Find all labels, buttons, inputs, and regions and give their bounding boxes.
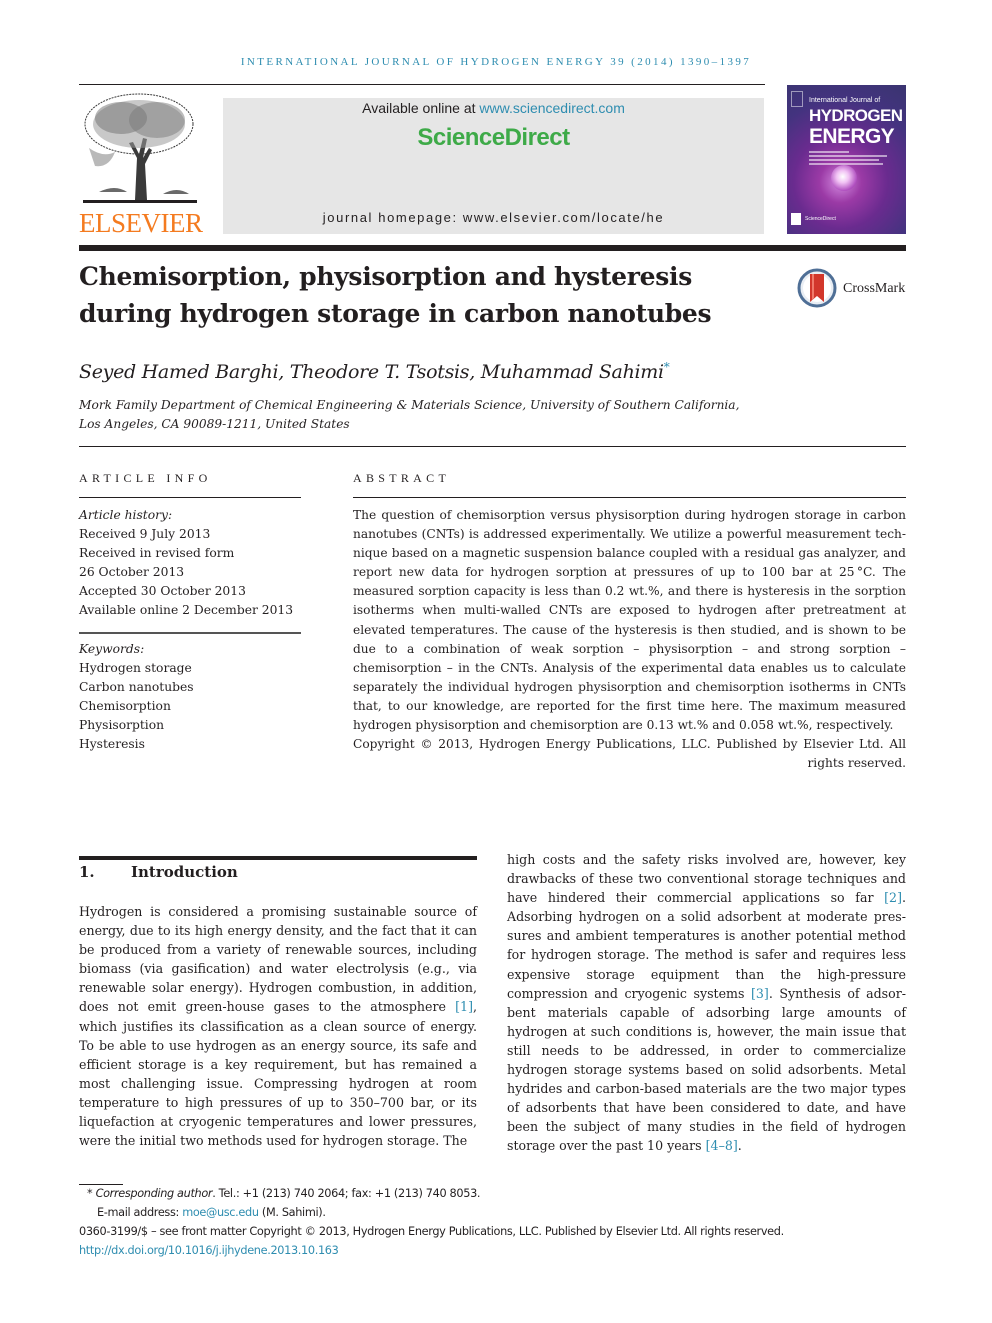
crossmark-button[interactable]: CrossMark	[797, 268, 909, 312]
crossmark-label: CrossMark	[843, 281, 906, 296]
keyword-item: Chemisorption	[79, 699, 171, 713]
paragraph-text: Hydrogen is considered a promising susta…	[79, 904, 477, 1015]
history-item: Available online 2 December 2013	[79, 603, 294, 617]
abstract-text: The question of chemisorption versus phy…	[353, 508, 906, 733]
keyword-item: Hydrogen storage	[79, 661, 192, 675]
corresponding-author-marker[interactable]: *	[664, 360, 670, 374]
keywords: Keywords: Hydrogen storage Carbon nanotu…	[79, 640, 309, 754]
footnote-marker: *	[87, 1187, 93, 1200]
abstract-label: ABSTRACT	[353, 471, 451, 485]
citation-link[interactable]: [4–8]	[706, 1138, 738, 1153]
history-item: 26 October 2013	[79, 565, 185, 579]
sciencedirect-logo: ScienceDirect	[417, 124, 570, 151]
header-rule	[79, 84, 765, 85]
abstract-copyright: Copyright © 2013, Hydrogen Energy Public…	[353, 737, 906, 771]
elsevier-logo: ELSEVIER	[79, 208, 203, 238]
paragraph-text: . Adsorbing hydrogen on a solid adsorben…	[507, 890, 906, 1001]
corresponding-author-label: Corresponding author	[95, 1187, 213, 1200]
keyword-item: Physisorption	[79, 718, 165, 732]
paragraph-text: . Synthesis of adsor­bent materials capa…	[507, 985, 907, 1154]
citation-link[interactable]: [1]	[455, 999, 473, 1014]
article-info-label: ARTICLE INFO	[79, 471, 212, 485]
introduction-left-column: Hydrogen is considered a promising susta…	[79, 902, 477, 1150]
section-rule	[79, 446, 906, 447]
elsevier-tree-icon	[79, 88, 201, 210]
history-item: Received 9 July 2013	[79, 527, 211, 541]
journal-homepage[interactable]: journal homepage: www.elsevier.com/locat…	[223, 210, 764, 225]
introduction-heading: 1. Introduction	[79, 863, 238, 881]
section-number: 1.	[79, 863, 95, 881]
introduction-right-column: high costs and the safety risks involved…	[507, 850, 906, 1156]
cover-title-energy: ENERGY	[809, 125, 895, 148]
contact-details: . Tel.: +1 (213) 740 2064; fax: +1 (213)…	[212, 1187, 481, 1200]
authors: Seyed Hamed Barghi, Theodore T. Tsotsis,…	[79, 361, 664, 383]
elsevier-badge-icon	[791, 91, 803, 107]
email-suffix: (M. Sahimi).	[258, 1206, 326, 1219]
available-online-prefix: Available online at	[362, 100, 480, 116]
keyword-item: Carbon nanotubes	[79, 680, 194, 694]
article-history: Article history: Received 9 July 2013 Re…	[79, 506, 309, 620]
introduction-rule	[79, 856, 477, 860]
corresponding-author-footnote: * Corresponding author. Tel.: +1 (213) 7…	[87, 1184, 481, 1203]
abstract: The question of chemisorption versus phy…	[353, 506, 906, 773]
cover-footer: ScienceDirect	[805, 216, 836, 222]
cover-editors	[809, 151, 889, 167]
affiliation-line-2: Los Angeles, CA 90089-1211, United State…	[79, 417, 350, 431]
keywords-rule	[79, 632, 301, 634]
email-footnote: E-mail address: moe@usc.edu (M. Sahimi).	[97, 1203, 326, 1222]
sciencedirect-link[interactable]: www.sciencedirect.com	[479, 100, 625, 116]
email-prefix: E-mail address:	[97, 1206, 183, 1219]
available-online: Available online at www.sciencedirect.co…	[223, 100, 764, 116]
affiliation-line-1: Mork Family Department of Chemical Engin…	[79, 398, 740, 412]
doi-link[interactable]: http://dx.doi.org/10.1016/j.ijhydene.201…	[79, 1244, 339, 1257]
cover-orb-icon	[831, 165, 857, 191]
running-head: International Journal of Hydrogen Energy…	[240, 56, 752, 68]
doi-footnote: http://dx.doi.org/10.1016/j.ijhydene.201…	[79, 1241, 339, 1260]
citation-link[interactable]: [3]	[751, 986, 769, 1001]
article-title: Chemisorption, physisorption and hystere…	[79, 262, 712, 328]
author-list: Seyed Hamed Barghi, Theodore T. Tsotsis,…	[79, 360, 670, 383]
citation-link[interactable]: [2]	[884, 890, 902, 905]
cover-title-hydrogen: HYDROGEN	[809, 106, 903, 125]
publisher-badge-icon	[791, 213, 801, 225]
paragraph-text: high costs and the safety risks involved…	[507, 852, 906, 906]
section-title: Introduction	[131, 863, 238, 881]
history-item: Received in revised form	[79, 546, 235, 560]
crossmark-icon	[797, 268, 837, 308]
email-link[interactable]: moe@usc.edu	[182, 1206, 259, 1219]
paragraph-text: , which justifies its classification as …	[79, 999, 477, 1149]
journal-cover: International Journal of HYDROGEN ENERGY…	[787, 85, 906, 234]
header-thick-rule	[79, 245, 906, 251]
keywords-heading: Keywords:	[79, 642, 145, 656]
article-info-rule	[79, 497, 301, 498]
keyword-item: Hysteresis	[79, 737, 145, 751]
paragraph-text: .	[737, 1138, 742, 1154]
abstract-rule	[353, 497, 906, 498]
history-item: Accepted 30 October 2013	[79, 584, 246, 598]
affiliation: Mork Family Department of Chemical Engin…	[79, 396, 779, 434]
article-history-heading: Article history:	[79, 508, 173, 522]
cover-subtitle: International Journal of	[809, 97, 881, 104]
issn-line: 0360-3199/$ – see front matter Copyright…	[79, 1225, 784, 1238]
